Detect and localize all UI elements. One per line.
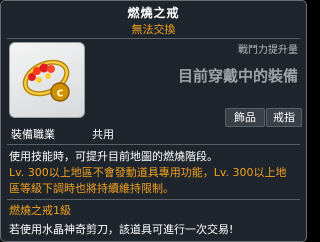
equipped-compare-text: 目前穿戴中的裝備 <box>177 67 298 85</box>
category-tag-ring: 戒指 <box>266 108 302 127</box>
combat-power-header: 戰鬥力提升量 <box>238 45 298 56</box>
trade-status: 無法交換 <box>131 23 176 36</box>
description-line: 使用技能時，可提升目前地圖的燃燒階段。 <box>9 150 218 163</box>
trade-notice: 若使用水晶神奇剪刀，該道具可進行一次交易! <box>9 223 234 236</box>
item-icon-frame: c <box>9 42 85 118</box>
job-value: 共用 <box>92 128 114 141</box>
ring-icon: c <box>22 59 70 102</box>
category-tag-accessory: 飾品 <box>225 108 265 127</box>
divider <box>7 38 300 39</box>
item-description: 使用技能時，可提升目前地圖的燃燒階段。 Lv. 300以上地區不會發動道具專用功… <box>9 149 301 197</box>
divider <box>7 199 300 200</box>
job-label: 裝備職業 <box>11 128 55 141</box>
divider <box>7 144 300 145</box>
item-tooltip: 燃燒之戒 無法交換 c 戰鬥力提升量 目前穿戴中的裝備 飾品 戒指 裝備職業 共… <box>0 0 307 242</box>
set-name: 燃燒之戒1級 <box>9 204 71 217</box>
svg-text:c: c <box>56 86 63 100</box>
description-line: 區等級下調時也將持續維持限制。 <box>9 182 174 195</box>
description-line: Lv. 300以上地區不會發動道具專用功能，Lv. 300以上地 <box>9 166 287 179</box>
item-name: 燃燒之戒 <box>127 6 180 20</box>
